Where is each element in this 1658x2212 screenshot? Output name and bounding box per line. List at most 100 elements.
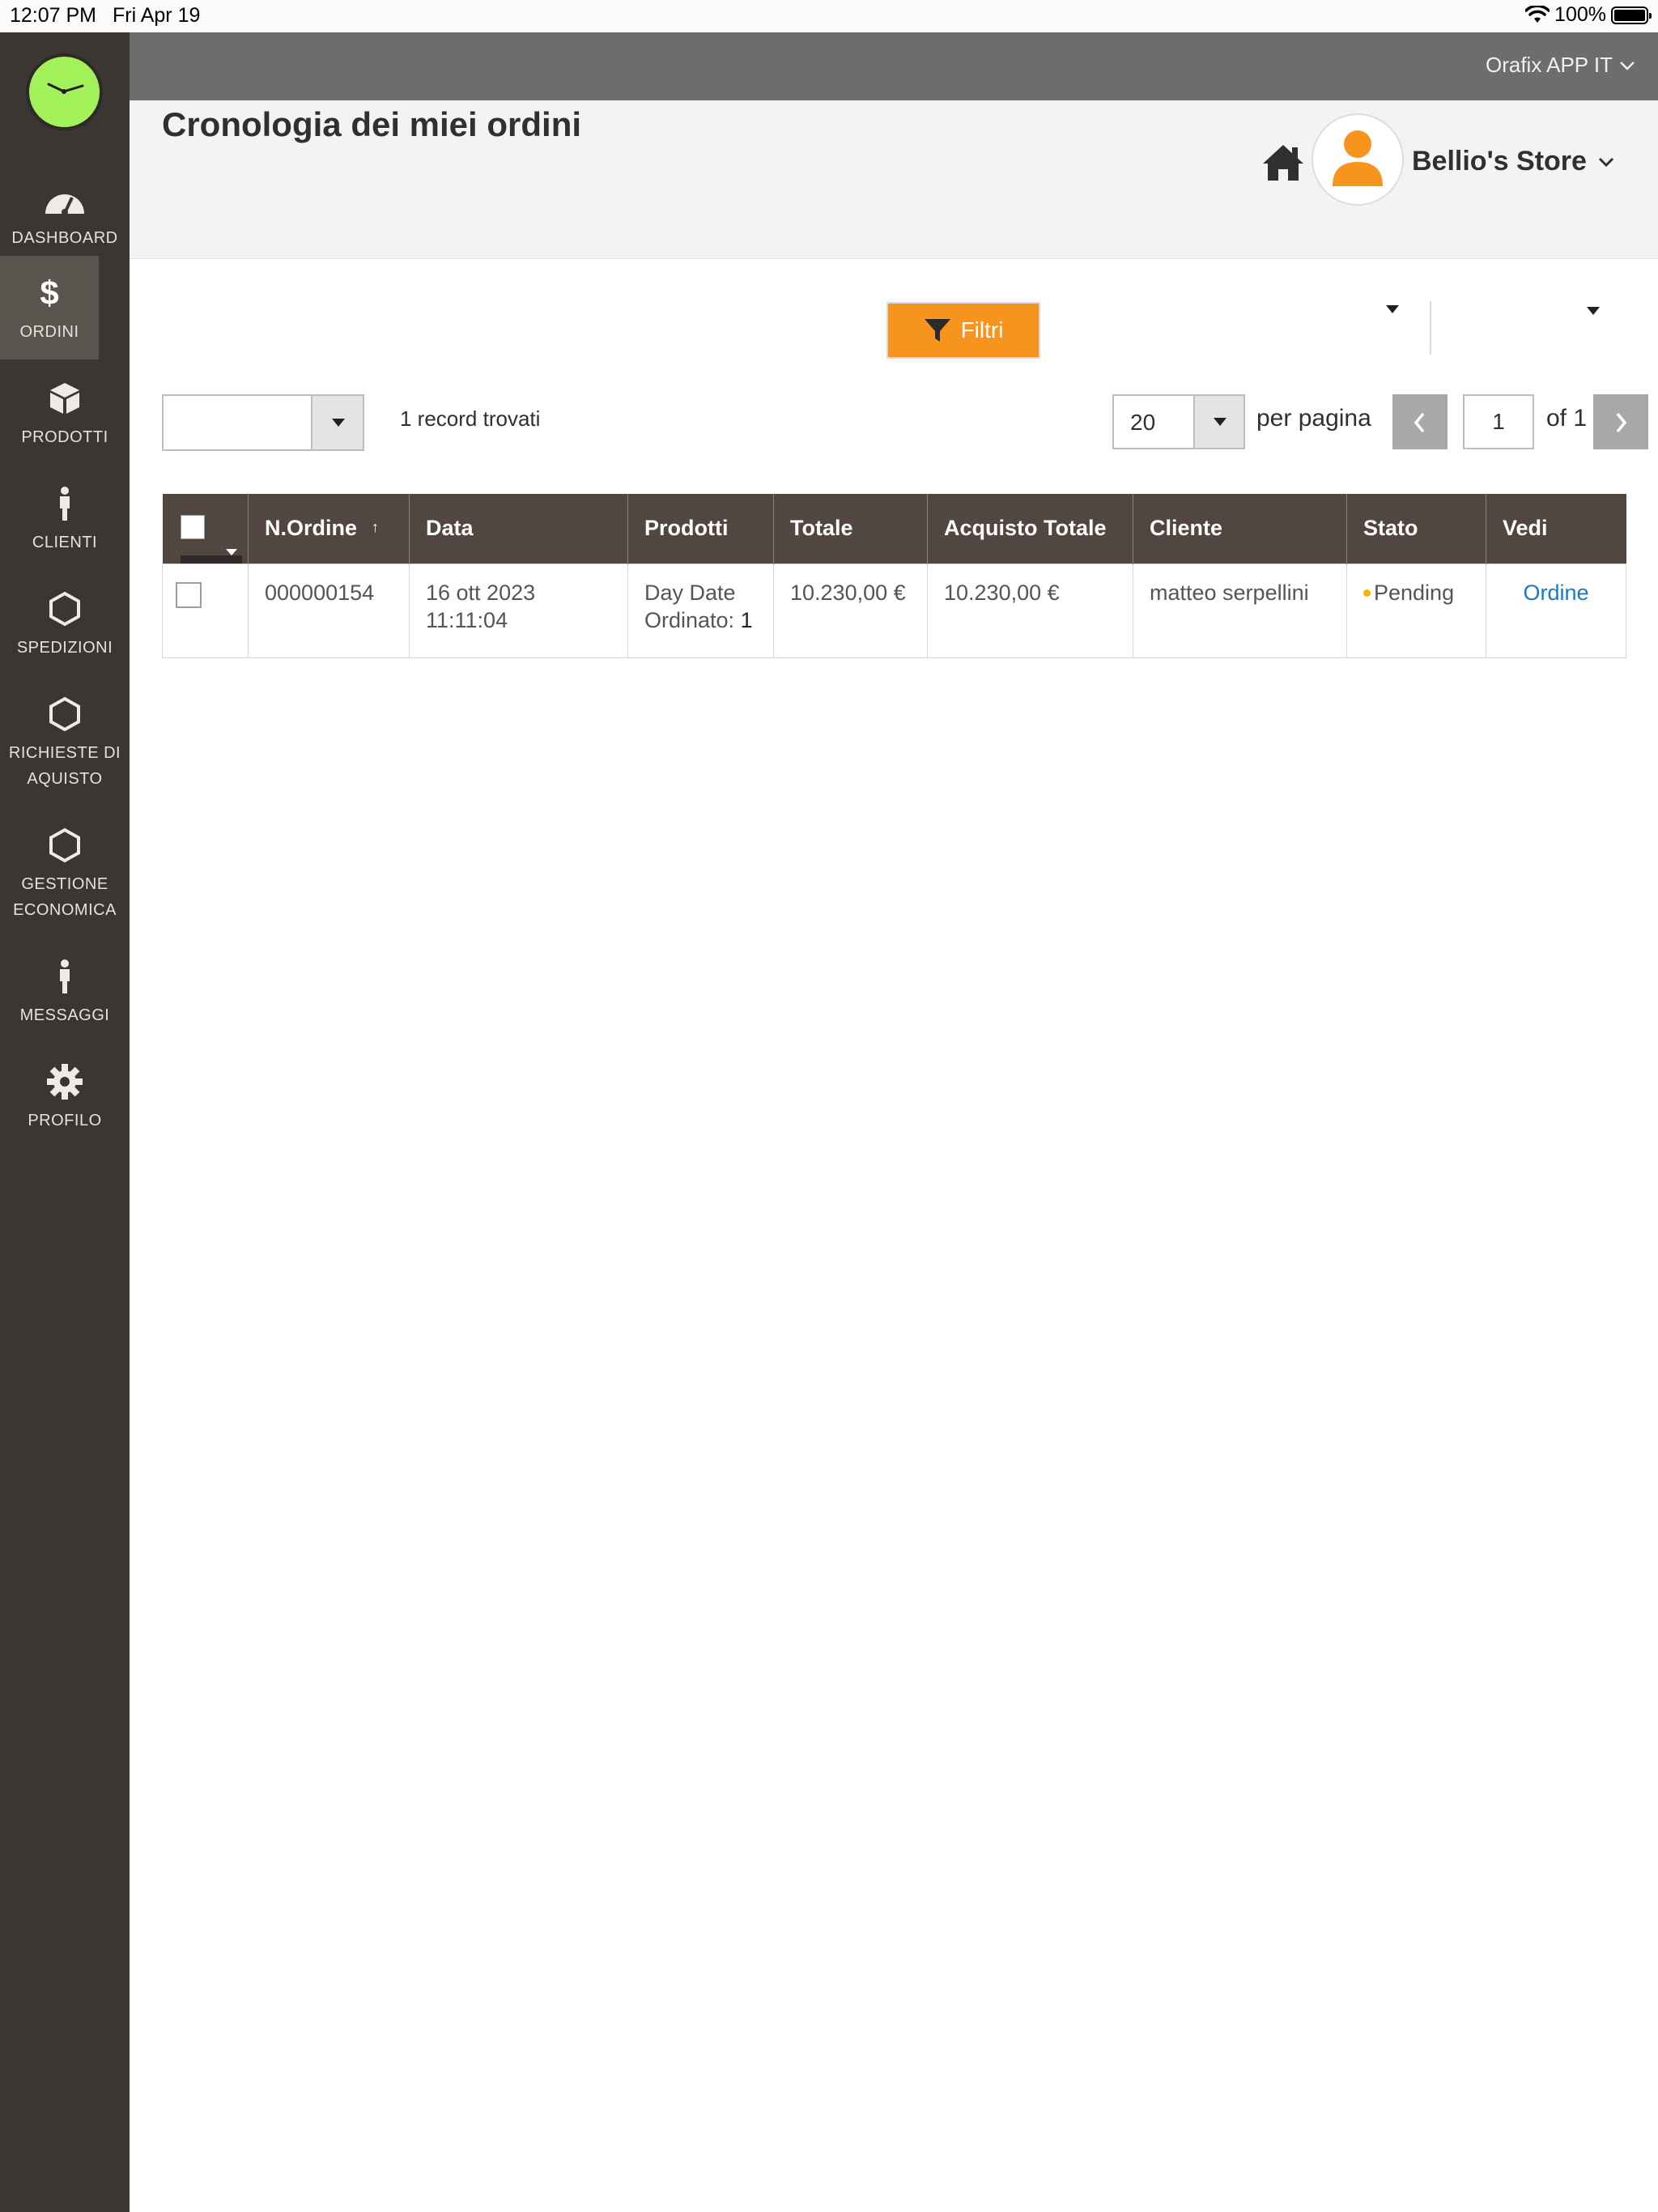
- status-right: 100%: [1525, 3, 1652, 27]
- table-row: 000000154 16 ott 2023 11:11:04 Day Date …: [162, 563, 1626, 658]
- hexagon-icon: [49, 827, 80, 863]
- sidebar-item-dashboard[interactable]: DASHBOARD: [0, 162, 130, 266]
- status-time: 12:07 PM: [10, 4, 97, 27]
- chevron-down-icon: [1214, 418, 1226, 426]
- sidebar-item-label: CLIENTI: [32, 534, 98, 551]
- chevron-down-icon: [1598, 157, 1613, 167]
- sidebar: DASHBOARD $ ORDINI PRODOTTI CLIENTI SPED…: [0, 32, 130, 2212]
- view-cell: Ordine: [1486, 563, 1626, 658]
- avatar[interactable]: [1312, 113, 1404, 206]
- page-total: of 1: [1546, 405, 1588, 432]
- products-cell: Day Date Ordinato: 1: [627, 563, 774, 658]
- sidebar-item-label: MESSAGGI: [19, 1006, 110, 1024]
- home-icon[interactable]: [1261, 143, 1305, 183]
- status-badge: Pending: [1374, 580, 1455, 605]
- sidebar-item-ordini[interactable]: $ ORDINI: [0, 256, 99, 359]
- sort-ascending-icon: ↑: [372, 519, 380, 536]
- person-icon: [60, 959, 70, 993]
- next-page-button[interactable]: [1593, 394, 1648, 449]
- view-order-link[interactable]: Ordine: [1523, 581, 1588, 605]
- column-header-customer[interactable]: Cliente: [1133, 494, 1347, 564]
- sidebar-item-label: PRODOTTI: [21, 428, 108, 446]
- records-count: 1 record trovati: [400, 406, 541, 431]
- column-header-label: Acquisto Totale: [944, 516, 1107, 541]
- orders-table: N.Ordine ↑ Data Prodotti Totale Acquisto …: [162, 494, 1626, 658]
- box-icon: [50, 383, 79, 414]
- store-name: Bellio's Store: [1412, 146, 1587, 177]
- sidebar-item-label: DASHBOARD: [11, 229, 118, 247]
- table-header-row: N.Ordine ↑ Data Prodotti Totale Acquisto …: [162, 494, 1626, 564]
- select-all-dropdown[interactable]: [180, 555, 242, 564]
- product-ordered-label: Ordinato:: [644, 607, 735, 632]
- columns-dropdown-caret-icon[interactable]: [1587, 307, 1600, 315]
- view-dropdown-caret-icon[interactable]: [1386, 305, 1399, 313]
- per-page-label: per pagina: [1256, 405, 1371, 432]
- speedometer-icon: [45, 194, 84, 215]
- order-number-cell: 000000154: [248, 563, 410, 658]
- purchase-total-cell: 10.230,00 €: [927, 563, 1133, 658]
- dollar-icon: $: [40, 274, 59, 312]
- mass-action-dropdown-button[interactable]: [311, 396, 363, 449]
- row-select-cell: [162, 563, 249, 658]
- hexagon-icon: [49, 696, 80, 732]
- product-name: Day Date: [644, 580, 736, 605]
- per-page-dropdown-button[interactable]: [1193, 396, 1244, 448]
- column-header-date[interactable]: Data: [409, 494, 628, 564]
- mass-action-select[interactable]: [162, 394, 364, 451]
- column-header-label: Prodotti: [644, 516, 729, 541]
- filter-button[interactable]: Filtri: [886, 302, 1040, 359]
- sidebar-item-label: ORDINI: [19, 323, 79, 341]
- product-ordered-qty: 1: [740, 607, 753, 632]
- sidebar-item-label: RICHIESTE DI AQUISTO: [8, 744, 121, 788]
- status-cell: Pending: [1346, 563, 1486, 658]
- column-header-products[interactable]: Prodotti: [627, 494, 774, 564]
- sidebar-item-label: GESTIONE ECONOMICA: [13, 875, 117, 919]
- sidebar-item-spedizioni[interactable]: SPEDIZIONI: [0, 572, 130, 675]
- chevron-down-icon: [225, 549, 237, 555]
- date-cell: 16 ott 2023 11:11:04: [409, 563, 628, 658]
- app-switcher-label: Orafix APP IT: [1485, 53, 1613, 77]
- hexagon-icon: [49, 591, 80, 627]
- sidebar-item-label: SPEDIZIONI: [16, 639, 113, 657]
- column-header-order-number[interactable]: N.Ordine ↑: [248, 494, 410, 564]
- sidebar-item-clienti[interactable]: CLIENTI: [0, 466, 130, 570]
- clock-logo-icon[interactable]: [26, 53, 103, 130]
- gear-icon: [47, 1064, 83, 1100]
- total-cell: 10.230,00 €: [773, 563, 928, 658]
- sidebar-item-messaggi[interactable]: MESSAGGI: [0, 939, 130, 1043]
- status-bar: 12:07 PM Fri Apr 19 100%: [0, 0, 1658, 32]
- column-header-label: Totale: [790, 516, 853, 541]
- sidebar-item-gestione-economica[interactable]: GESTIONE ECONOMICA: [0, 808, 130, 938]
- sidebar-item-richieste-di-aquisto[interactable]: RICHIESTE DI AQUISTO: [0, 677, 130, 806]
- column-header-view: Vedi: [1486, 494, 1626, 564]
- filter-icon: [924, 319, 950, 342]
- sidebar-item-profilo[interactable]: PROFILO: [0, 1044, 130, 1148]
- product-ordered: Ordinato: 1: [644, 606, 757, 634]
- column-header-total[interactable]: Totale: [773, 494, 928, 564]
- person-icon: [60, 487, 70, 521]
- chevron-down-icon: [1620, 61, 1635, 70]
- row-checkbox[interactable]: [176, 581, 202, 608]
- app-switcher[interactable]: Orafix APP IT: [1486, 53, 1635, 78]
- column-header-label: Data: [426, 516, 474, 541]
- battery-icon: [1611, 6, 1652, 24]
- select-all-header[interactable]: [162, 494, 249, 564]
- page-header: Cronologia dei miei ordini Bellio's Stor…: [130, 100, 1658, 259]
- select-all-checkbox[interactable]: [180, 515, 205, 539]
- column-header-label: N.Ordine: [265, 516, 358, 541]
- store-menu[interactable]: Bellio's Store: [1412, 146, 1614, 177]
- column-header-label: Stato: [1363, 516, 1418, 541]
- filter-button-label: Filtri: [960, 317, 1004, 342]
- column-header-status[interactable]: Stato: [1346, 494, 1486, 564]
- top-bar: Orafix APP IT: [130, 32, 1658, 100]
- column-header-purchase-total[interactable]: Acquisto Totale: [927, 494, 1133, 564]
- per-page-select[interactable]: 20: [1112, 394, 1245, 449]
- page-number-input[interactable]: 1: [1463, 394, 1534, 449]
- previous-page-button[interactable]: [1392, 394, 1448, 449]
- sidebar-item-label: PROFILO: [28, 1112, 102, 1129]
- page-title: Cronologia dei miei ordini: [162, 105, 582, 143]
- chevron-right-icon: [1616, 412, 1627, 433]
- status-dot-icon: [1363, 589, 1371, 597]
- chevron-down-icon: [332, 419, 345, 427]
- sidebar-item-prodotti[interactable]: PRODOTTI: [0, 361, 130, 465]
